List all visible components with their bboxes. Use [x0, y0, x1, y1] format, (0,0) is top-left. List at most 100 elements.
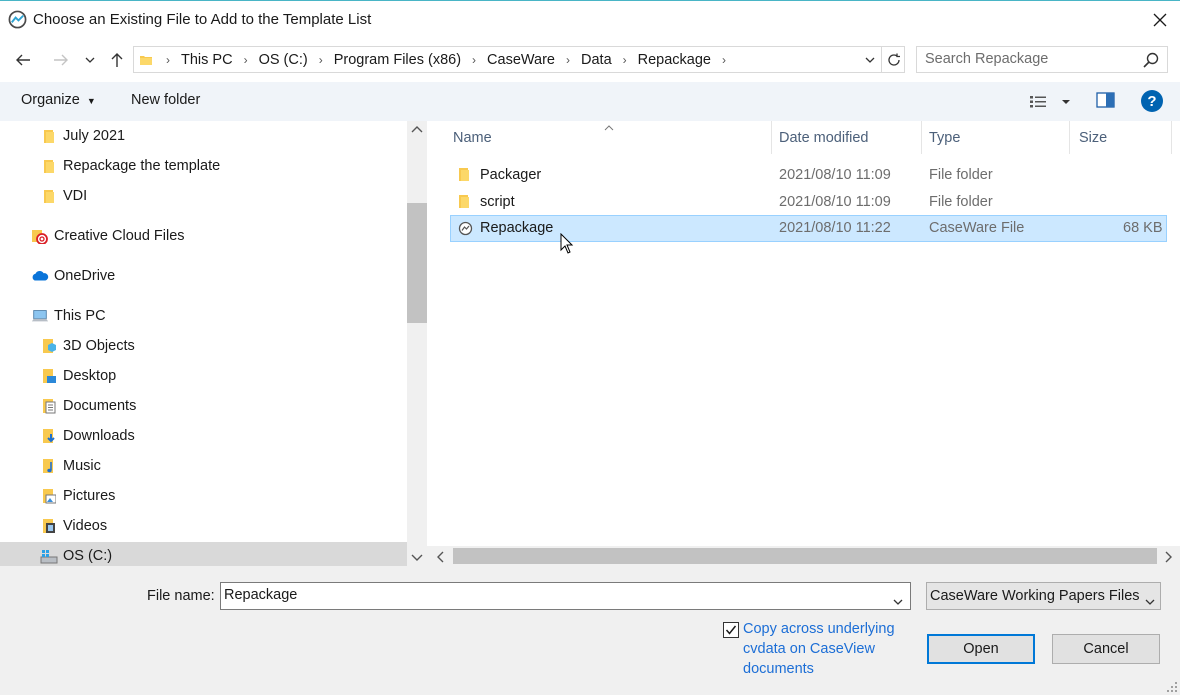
address-dropdown-button[interactable]	[859, 47, 881, 72]
tree-item-desktop[interactable]: Desktop	[40, 362, 116, 390]
tree-item-downloads[interactable]: Downloads	[40, 422, 135, 450]
title-bar: Choose an Existing File to Add to the Te…	[0, 0, 1180, 38]
arrow-right-icon	[54, 54, 68, 66]
preview-pane-button[interactable]	[1096, 92, 1116, 110]
close-button[interactable]	[1140, 3, 1180, 37]
navigation-pane-scrollbar[interactable]	[407, 121, 427, 566]
crumb-program-files[interactable]: Program Files (x86)	[331, 52, 464, 68]
scroll-down-icon[interactable]	[411, 550, 423, 566]
folder-icon	[40, 127, 58, 145]
creative-cloud-icon	[31, 227, 49, 245]
videos-icon	[40, 517, 58, 535]
cancel-button[interactable]: Cancel	[1052, 634, 1160, 664]
column-header-size[interactable]: Size	[1070, 121, 1172, 154]
file-type: CaseWare File	[929, 220, 1025, 236]
tree-item-label: Repackage the template	[63, 158, 221, 174]
recent-locations-button[interactable]	[78, 46, 102, 74]
tree-item-pictures[interactable]: Pictures	[40, 482, 115, 510]
file-name-combobox[interactable]	[220, 582, 911, 610]
tree-item-label: Documents	[63, 398, 137, 414]
open-button[interactable]: Open	[927, 634, 1035, 664]
command-bar: Organize ▼ New folder ?	[0, 82, 1180, 121]
column-header-name[interactable]: Name	[444, 121, 772, 154]
crumb-os-c[interactable]: OS (C:)	[256, 52, 311, 68]
tree-item-label: Videos	[63, 518, 108, 534]
details-view-icon	[1030, 96, 1046, 108]
forward-button[interactable]	[47, 46, 75, 74]
tree-item-creative-cloud-files[interactable]: Creative Cloud Files	[31, 222, 185, 250]
caret-down-icon: ▼	[86, 96, 96, 106]
back-button[interactable]	[9, 46, 37, 74]
file-list: Name Date modified Type Size Packager 20…	[427, 121, 1180, 546]
folder-icon	[40, 157, 58, 175]
scroll-up-icon[interactable]	[411, 125, 423, 136]
arrow-left-icon	[16, 54, 30, 66]
new-folder-button[interactable]: New folder	[131, 92, 200, 108]
file-row-repackage[interactable]: Repackage 2021/08/10 11:22 CaseWare File…	[450, 215, 1167, 242]
change-view-button[interactable]	[1029, 93, 1075, 111]
chevron-down-icon[interactable]	[893, 593, 903, 609]
tree-item-os-c[interactable]: OS (C:)	[0, 542, 407, 566]
tree-item-label: Downloads	[63, 428, 135, 444]
address-bar[interactable]: › This PC › OS (C:) › Program Files (x86…	[133, 46, 905, 73]
tree-item-videos[interactable]: Videos	[40, 512, 107, 540]
search-input[interactable]	[925, 51, 1135, 67]
resize-grip-icon[interactable]	[1166, 681, 1178, 693]
file-type-value: CaseWare Working Papers Files	[930, 588, 1140, 604]
crumb-repackage[interactable]: Repackage	[635, 52, 714, 68]
column-header-date-modified[interactable]: Date modified	[770, 121, 922, 154]
tree-item-repackage-the-template[interactable]: Repackage the template	[40, 152, 220, 180]
documents-icon	[40, 397, 58, 415]
dialog-footer: File name: CaseWare Working Papers Files…	[0, 566, 1180, 695]
breadcrumb: › This PC › OS (C:) › Program Files (x86…	[134, 47, 734, 72]
folder-icon	[458, 167, 470, 186]
tree-item-3d-objects[interactable]: 3D Objects	[40, 332, 135, 360]
search-box[interactable]	[916, 46, 1168, 73]
refresh-button[interactable]	[881, 47, 905, 72]
file-list-horizontal-scrollbar[interactable]	[427, 546, 1180, 566]
dialog-title: Choose an Existing File to Add to the Te…	[33, 11, 372, 28]
horizontal-scroll-thumb[interactable]	[453, 548, 1157, 564]
tree-item-onedrive[interactable]: OneDrive	[31, 262, 115, 290]
copy-cvdata-label[interactable]: Copy across underlying cvdata on CaseVie…	[743, 619, 918, 679]
help-icon[interactable]: ?	[1141, 90, 1163, 112]
search-icon[interactable]	[1142, 51, 1160, 69]
tree-item-documents[interactable]: Documents	[40, 392, 136, 420]
file-name-input[interactable]	[224, 587, 884, 603]
checkmark-icon	[725, 625, 737, 635]
chevron-right-icon[interactable]: ›	[714, 53, 734, 67]
tree-item-label: Music	[63, 458, 101, 474]
tree-item-vdi[interactable]: VDI	[40, 182, 87, 210]
tree-item-july-2021[interactable]: July 2021	[40, 122, 125, 150]
drive-icon	[40, 547, 58, 565]
scroll-right-icon[interactable]	[1165, 551, 1173, 567]
caret-down-icon	[1062, 100, 1070, 104]
music-icon	[40, 457, 58, 475]
file-date: 2021/08/10 11:09	[779, 167, 891, 183]
navigation-pane: July 2021 Repackage the template VDI Cre…	[0, 121, 407, 566]
file-size: 68 KB	[1123, 220, 1163, 236]
scroll-left-icon[interactable]	[436, 551, 444, 567]
organize-button[interactable]: Organize ▼	[21, 92, 96, 108]
tree-item-label: Creative Cloud Files	[54, 228, 185, 244]
pictures-icon	[40, 487, 58, 505]
file-type: File folder	[929, 167, 993, 183]
column-header-type[interactable]: Type	[920, 121, 1070, 154]
chevron-down-icon	[865, 57, 875, 63]
crumb-data[interactable]: Data	[578, 52, 615, 68]
tree-item-music[interactable]: Music	[40, 452, 101, 480]
file-type-select[interactable]: CaseWare Working Papers Files	[926, 582, 1161, 610]
chevron-down-icon	[85, 57, 95, 63]
folder-icon	[134, 53, 158, 67]
file-row-script[interactable]: script 2021/08/10 11:09 File folder	[450, 189, 1167, 216]
chevron-right-icon: ›	[472, 52, 477, 67]
copy-cvdata-checkbox[interactable]	[723, 622, 739, 638]
organize-label: Organize	[21, 92, 80, 108]
crumb-caseware[interactable]: CaseWare	[484, 52, 558, 68]
folder-icon	[458, 194, 470, 213]
file-row-packager[interactable]: Packager 2021/08/10 11:09 File folder	[450, 162, 1167, 189]
crumb-this-pc[interactable]: This PC	[178, 52, 236, 68]
tree-item-this-pc[interactable]: This PC	[31, 302, 106, 330]
navigation-pane-scroll-thumb[interactable]	[407, 203, 427, 323]
up-button[interactable]	[103, 46, 131, 74]
